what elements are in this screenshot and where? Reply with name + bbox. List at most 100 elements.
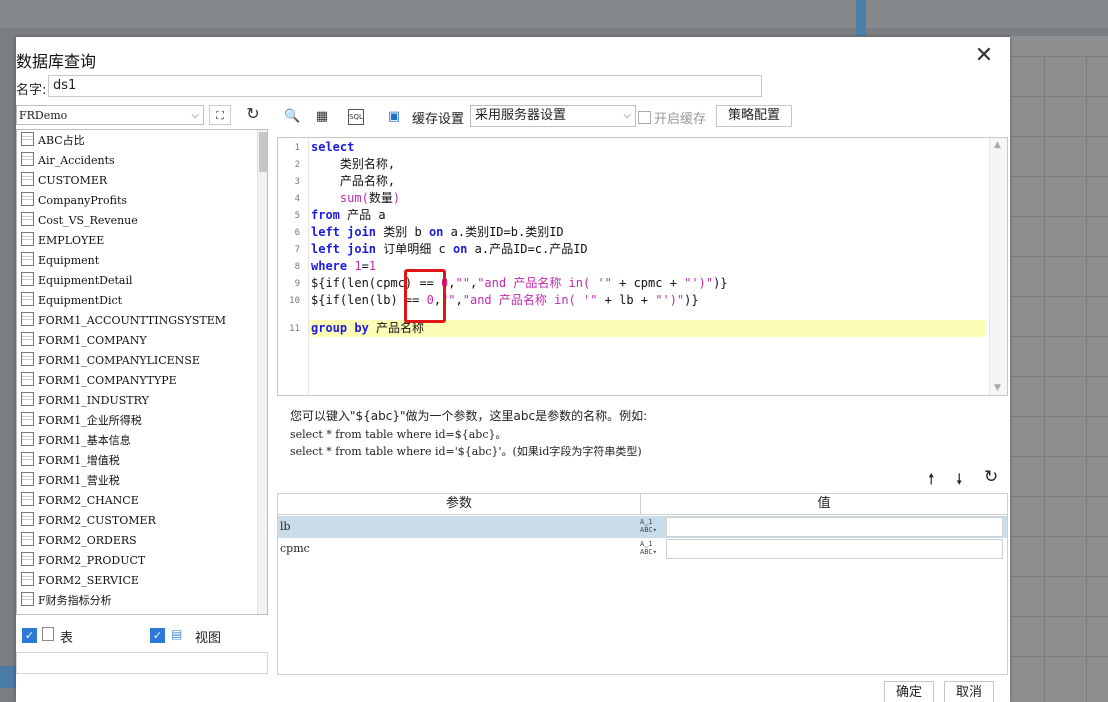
refresh-params-icon[interactable]: ↻ — [984, 467, 998, 487]
refresh-icon[interactable]: ↻ — [243, 104, 263, 124]
list-item[interactable]: FORM2_ORDERS — [21, 531, 137, 551]
table-row[interactable]: lb A‿1 ABC▾ — [278, 516, 1007, 538]
list-item-label: FORM1_ACCOUNTTINGSYSTEM — [38, 314, 226, 327]
table-filter-checkbox[interactable]: ✓ — [22, 628, 37, 643]
list-item[interactable]: FORM1_COMPANYLICENSE — [21, 351, 200, 371]
preview-icon[interactable]: 🔍 — [284, 109, 300, 125]
table-icon — [21, 552, 34, 566]
line-number: 5 — [294, 211, 300, 221]
table-row[interactable]: cpmc A‿1 ABC▾ — [278, 538, 1007, 560]
scroll-down-icon[interactable]: ▼ — [994, 383, 1001, 393]
param-value-input[interactable] — [666, 517, 1003, 537]
list-item[interactable]: Cost_VS_Revenue — [21, 211, 138, 231]
enable-cache-checkbox[interactable]: 开启缓存 — [638, 108, 706, 127]
list-item-label: CompanyProfits — [38, 194, 128, 207]
list-item[interactable]: FORM1_INDUSTRY — [21, 391, 149, 411]
list-item[interactable]: CUSTOMER — [21, 171, 107, 191]
table-icon — [21, 312, 34, 326]
list-item[interactable]: FORM1_企业所得税 — [21, 411, 142, 431]
table-icon — [21, 352, 34, 366]
table-icon — [21, 412, 34, 426]
table-icon — [21, 452, 34, 466]
background-grid-line — [1044, 56, 1045, 702]
background-grid-line — [1010, 256, 1108, 257]
sql-editor[interactable]: 1 2 3 4 5 6 7 8 9 10 11 select 类别名称, 产品名称, sum(数量)… — [277, 137, 1008, 396]
strategy-config-button[interactable]: 策略配置 — [716, 105, 792, 127]
table-filter-label: 表 — [60, 631, 74, 646]
list-item[interactable]: FORM2_CUSTOMER — [21, 511, 156, 531]
list-item[interactable]: ABC占比 — [21, 131, 85, 151]
code-line: from 产品 a — [311, 208, 386, 222]
list-item[interactable]: EMPLOYEE — [21, 231, 104, 251]
table-icon — [21, 292, 34, 306]
line-number: 9 — [294, 279, 300, 289]
close-button[interactable]: ✕ — [970, 42, 998, 70]
value-column-header: 值 — [641, 494, 1007, 515]
view-filter-checkbox[interactable]: ✓ — [150, 628, 165, 643]
code-line: left join 订单明细 c on a.产品ID=c.产品ID — [311, 242, 588, 256]
list-item-label: FORM1_企业所得税 — [38, 414, 142, 427]
datasource-select[interactable]: FRDemo ⌵ — [16, 105, 204, 125]
list-item[interactable]: FORM1_COMPANYTYPE — [21, 371, 177, 391]
list-item[interactable]: CompanyProfits — [21, 191, 127, 211]
list-item[interactable]: FORM1_营业税 — [21, 471, 120, 491]
list-item-label: Equipment — [38, 254, 100, 267]
list-item-label: FORM2_CUSTOMER — [38, 514, 156, 527]
list-item-label: FORM1_增值税 — [38, 454, 120, 467]
list-item[interactable]: FORM2_CHANCE — [21, 491, 139, 511]
cache-icon[interactable]: ▣ — [386, 109, 402, 125]
background-grid-line — [1010, 576, 1108, 577]
background-grid-line — [1010, 456, 1108, 457]
table-icon — [42, 627, 54, 641]
save-icon[interactable]: ▦ — [314, 109, 330, 125]
scrollbar-thumb[interactable] — [259, 132, 267, 172]
list-item[interactable]: EquipmentDict — [21, 291, 122, 311]
background-grid-line — [1010, 616, 1108, 617]
table-search-input[interactable] — [16, 652, 268, 674]
table-icon — [21, 272, 34, 286]
type-icon[interactable]: A‿1 ABC▾ — [640, 518, 662, 536]
line-number-gutter: 1 2 3 4 5 6 7 8 9 10 11 — [278, 138, 309, 395]
code-line: 产品名称, — [311, 174, 396, 188]
name-field[interactable]: ds1 — [48, 75, 762, 97]
param-name: cpmc — [280, 542, 310, 555]
table-icon — [21, 132, 34, 146]
sql-icon[interactable]: SQL — [348, 109, 364, 125]
table-icon — [21, 532, 34, 546]
list-item[interactable]: F财务指标分析 — [21, 591, 112, 611]
list-item[interactable]: FORM1_基本信息 — [21, 431, 131, 451]
list-item[interactable]: Air_Accidents — [21, 151, 115, 171]
list-item[interactable]: FORM2_SERVICE — [21, 571, 139, 591]
table-icon — [21, 172, 34, 186]
list-item[interactable]: Equipment — [21, 251, 99, 271]
param-value-input[interactable] — [666, 539, 1003, 559]
list-item[interactable]: EquipmentDetail — [21, 271, 133, 291]
list-item[interactable]: FORM1_增值税 — [21, 451, 120, 471]
sql-preview-icon[interactable]: ⛶ — [209, 105, 231, 125]
cache-settings-select[interactable]: 采用服务器设置 ⌵ — [470, 105, 636, 127]
list-item[interactable]: FORM2_PRODUCT — [21, 551, 145, 571]
list-item-label: Air_Accidents — [38, 154, 115, 167]
background-top-bar — [0, 0, 1108, 28]
list-item-label: FORM2_SERVICE — [38, 574, 139, 587]
type-icon[interactable]: A‿1 ABC▾ — [640, 540, 662, 558]
scroll-up-icon[interactable]: ▲ — [994, 140, 1001, 150]
background-grid-line — [1010, 296, 1108, 297]
cancel-button[interactable]: 取消 — [944, 681, 994, 702]
database-query-dialog: 数据库查询 ✕ 名字: ds1 FRDemo ⌵ ⛶ ↻ ABC占比 Air_Ac… — [16, 37, 1010, 702]
table-icon — [21, 492, 34, 506]
code-line: where 1=1 — [311, 259, 377, 273]
list-item-label: FORM1_COMPANYTYPE — [38, 374, 177, 387]
editor-scrollbar[interactable]: ▲ ▼ — [989, 138, 1007, 395]
dialog-title: 数据库查询 — [16, 52, 97, 71]
ok-button[interactable]: 确定 — [884, 681, 934, 702]
move-up-icon[interactable]: 🠕 — [928, 469, 934, 494]
move-down-icon[interactable]: 🠗 — [956, 469, 962, 494]
table-list-scrollbar[interactable] — [257, 130, 267, 614]
background-grid-line — [1010, 216, 1108, 217]
help-text-line: select * from table where id='${abc}'。(如… — [290, 445, 642, 458]
param-name: lb — [280, 520, 291, 533]
list-item[interactable]: FORM1_COMPANY — [21, 331, 147, 351]
list-item[interactable]: FORM1_ACCOUNTTINGSYSTEM — [21, 311, 226, 331]
line-number: 6 — [294, 228, 300, 238]
